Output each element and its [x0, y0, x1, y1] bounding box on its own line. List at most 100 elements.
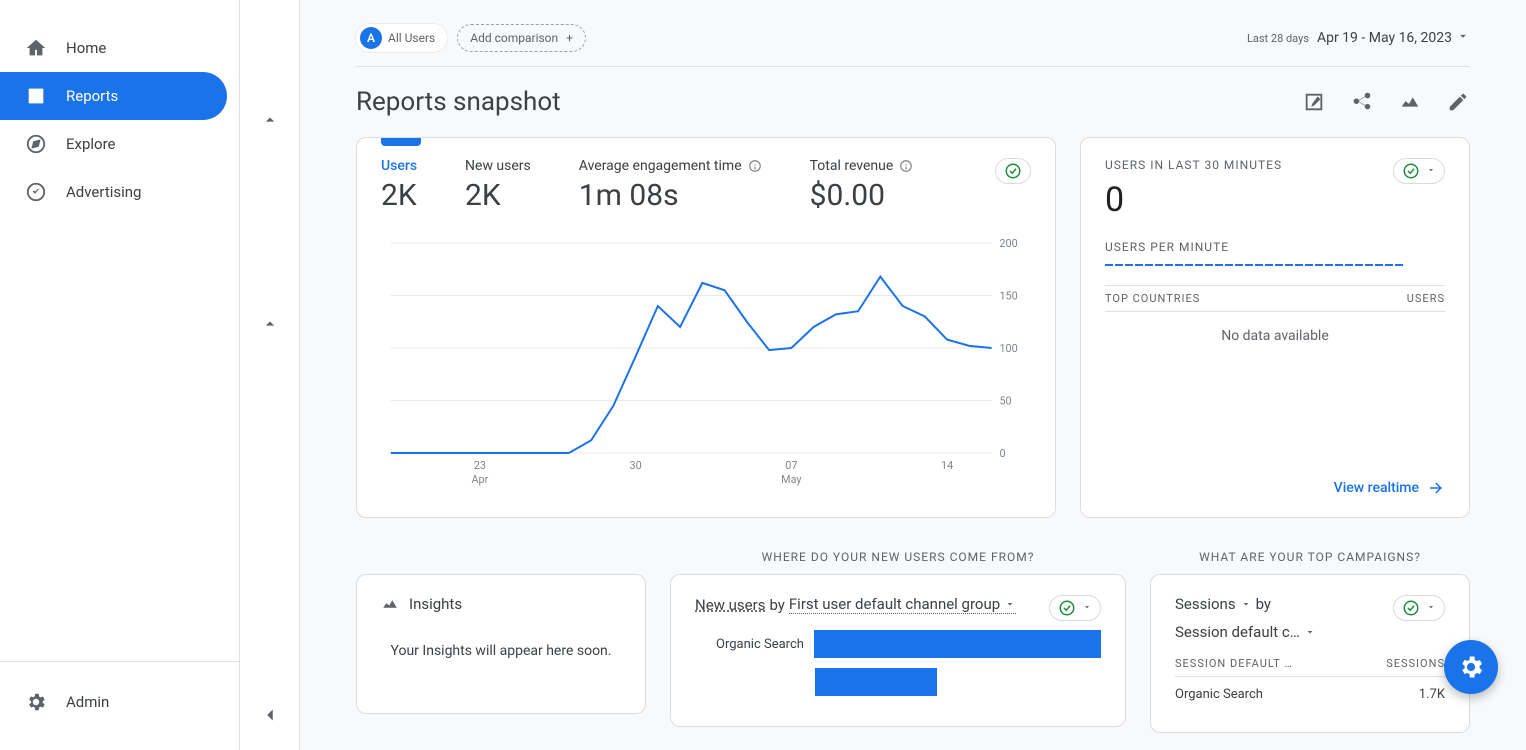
- insights-card: Insights Your Insights will appear here …: [356, 574, 646, 714]
- metric-label: Average engagement time: [579, 158, 762, 174]
- add-comparison-label: Add comparison: [470, 31, 558, 45]
- sidebar-item-label: Advertising: [66, 183, 141, 201]
- check-circle-icon: [1402, 599, 1420, 617]
- info-icon: [899, 159, 913, 173]
- check-circle-icon: [1058, 599, 1076, 617]
- date-range-picker[interactable]: Apr 19 - May 16, 2023: [1317, 29, 1470, 47]
- date-preset-label: Last 28 days: [1247, 32, 1309, 45]
- metric-new-users[interactable]: New users 2K: [465, 158, 531, 213]
- metric-value: 2K: [381, 178, 417, 213]
- dim-prefix: by: [769, 596, 784, 614]
- sidebar-item-label: Admin: [66, 693, 109, 711]
- edit-icon[interactable]: [1446, 90, 1470, 114]
- assist-fab[interactable]: [1444, 640, 1498, 694]
- svg-text:100: 100: [999, 342, 1017, 355]
- metric-label: New users: [465, 158, 531, 174]
- metric-total-revenue[interactable]: Total revenue $0.00: [810, 158, 914, 213]
- bar-value: [814, 630, 1101, 658]
- channel-metric[interactable]: New users: [695, 596, 765, 614]
- metric-label: Total revenue: [810, 158, 914, 174]
- date-range-value: Apr 19 - May 16, 2023: [1317, 30, 1452, 46]
- svg-text:200: 200: [999, 237, 1017, 250]
- no-data-label: No data available: [1105, 312, 1445, 360]
- sparkline-chart: [1105, 264, 1445, 267]
- chevron-down-icon: [1426, 163, 1436, 179]
- status-pill[interactable]: [1393, 595, 1445, 621]
- bar-row: Organic Search: [695, 630, 1101, 658]
- chevron-down-icon: [1082, 600, 1092, 616]
- realtime-count: 0: [1105, 180, 1445, 220]
- metric-label: Users: [381, 158, 417, 174]
- campaigns-card: Sessions by Session default c…: [1150, 574, 1470, 733]
- realtime-card: USERS IN LAST 30 MINUTES 0 USERS PER MIN…: [1080, 137, 1470, 518]
- channels-card: New users by First user default channel …: [670, 574, 1126, 727]
- metric-users[interactable]: Users 2K: [381, 158, 417, 213]
- status-pill[interactable]: [1049, 595, 1101, 621]
- add-comparison-button[interactable]: Add comparison +: [457, 24, 586, 52]
- collapse-panel-icon[interactable]: [259, 704, 281, 730]
- collapse-section-1-icon[interactable]: [260, 110, 280, 134]
- info-icon: [748, 159, 762, 173]
- chevron-down-icon: [1426, 600, 1436, 616]
- campaign-head-left: SESSION DEFAULT …: [1175, 657, 1293, 670]
- svg-text:30: 30: [630, 459, 642, 472]
- share-icon[interactable]: [1350, 90, 1374, 114]
- svg-text:150: 150: [999, 289, 1017, 302]
- collapse-section-2-icon[interactable]: [260, 314, 280, 338]
- campaign-metric-select[interactable]: Sessions: [1175, 595, 1252, 613]
- plus-icon: +: [566, 31, 573, 45]
- bar-row: [695, 668, 1101, 696]
- sidebar: Home Reports Explore Advertising: [0, 0, 240, 750]
- svg-text:23: 23: [474, 459, 486, 472]
- sidebar-item-reports[interactable]: Reports: [0, 72, 227, 120]
- sidebar-item-home[interactable]: Home: [0, 24, 227, 72]
- overview-line-chart: 05010015020023Apr3007May14: [381, 233, 1031, 493]
- insights-title: Insights: [409, 595, 462, 613]
- view-realtime-link[interactable]: View realtime: [1105, 479, 1445, 497]
- metric-engagement-time[interactable]: Average engagement time 1m 08s: [579, 158, 762, 213]
- main-content: A All Users Add comparison + Last 28 day…: [300, 0, 1526, 750]
- audience-badge-icon: A: [360, 27, 382, 49]
- svg-text:50: 50: [999, 394, 1011, 407]
- channels-section-title: WHERE DO YOUR NEW USERS COME FROM?: [670, 550, 1126, 564]
- row-label: Organic Search: [1175, 687, 1263, 702]
- bar-label: Organic Search: [695, 637, 804, 652]
- campaign-dimension-select[interactable]: Session default c…: [1175, 623, 1316, 641]
- customize-report-icon[interactable]: [1302, 90, 1326, 114]
- svg-text:07: 07: [785, 459, 797, 472]
- users-head: USERS: [1407, 292, 1445, 305]
- audience-label: All Users: [388, 31, 435, 45]
- insights-message: Your Insights will appear here soon.: [381, 643, 621, 659]
- campaigns-section-title: WHAT ARE YOUR TOP CAMPAIGNS?: [1150, 550, 1470, 564]
- sidebar-item-advertising[interactable]: Advertising: [0, 168, 227, 216]
- table-row: Organic Search 1.7K: [1175, 677, 1445, 712]
- reports-icon: [24, 84, 48, 108]
- sparkle-line-icon: [381, 595, 399, 613]
- chevron-down-icon: [1304, 626, 1316, 638]
- sidebar-item-explore[interactable]: Explore: [0, 120, 227, 168]
- campaign-head-right: SESSIONS: [1386, 657, 1445, 670]
- home-icon: [24, 36, 48, 60]
- metric-value: $0.00: [810, 178, 914, 213]
- sidebar-item-label: Explore: [66, 135, 116, 153]
- active-metric-indicator: [381, 138, 421, 146]
- svg-text:May: May: [781, 473, 802, 486]
- secondary-nav-panel: [240, 0, 300, 750]
- explore-icon: [24, 132, 48, 156]
- per-min-label: USERS PER MINUTE: [1105, 240, 1445, 254]
- gear-icon: [24, 690, 48, 714]
- svg-text:14: 14: [941, 459, 953, 472]
- advertising-icon: [24, 180, 48, 204]
- channel-dimension-select[interactable]: First user default channel group: [789, 595, 1016, 614]
- insights-icon[interactable]: [1398, 90, 1422, 114]
- row-value: 1.7K: [1419, 687, 1445, 702]
- status-pill[interactable]: [995, 158, 1031, 184]
- check-circle-icon: [1402, 162, 1420, 180]
- status-pill[interactable]: [1393, 158, 1445, 184]
- dim-prefix: by: [1256, 595, 1271, 613]
- sidebar-item-admin[interactable]: Admin: [0, 678, 227, 726]
- overview-card: Users 2K New users 2K Average engagement…: [356, 137, 1056, 518]
- audience-pill[interactable]: A All Users: [356, 24, 447, 52]
- top-countries-head: TOP COUNTRIES: [1105, 292, 1200, 305]
- check-circle-icon: [1004, 162, 1022, 180]
